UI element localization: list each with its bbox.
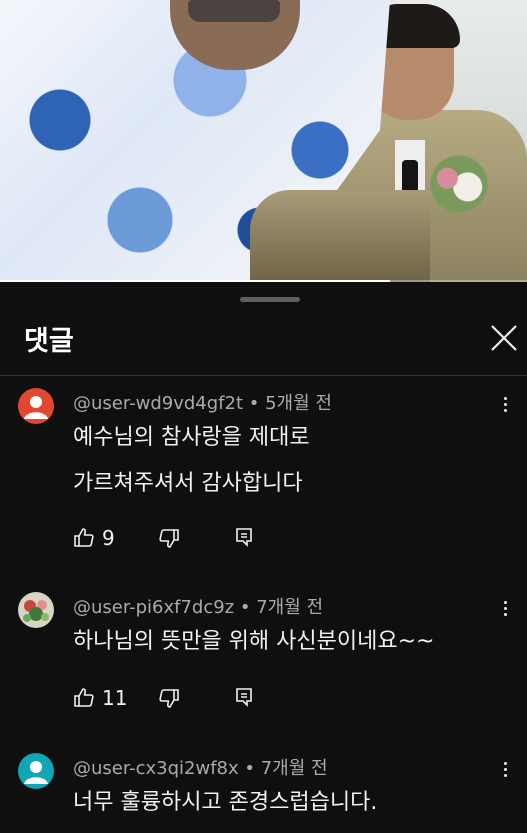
comment-meta: @user-pi6xf7dc9z • 7개월 전 bbox=[73, 593, 323, 619]
comment-author[interactable]: @user-cx3qi2wf8x bbox=[73, 758, 239, 779]
comment-time: 7개월 전 bbox=[256, 597, 324, 618]
video-corsage bbox=[430, 155, 488, 213]
reply-button[interactable] bbox=[233, 526, 255, 548]
thumbs-down-icon bbox=[159, 529, 179, 548]
meta-separator: • bbox=[234, 597, 257, 618]
avatar[interactable] bbox=[18, 753, 54, 789]
avatar[interactable] bbox=[18, 388, 54, 424]
comment-text-line: 가르쳐주셔서 감사합니다 bbox=[73, 471, 303, 496]
like-count: 9 bbox=[102, 526, 115, 550]
comment-author[interactable]: @user-wd9vd4gf2t bbox=[73, 393, 243, 414]
header-divider bbox=[0, 375, 527, 376]
like-button[interactable]: 9 bbox=[72, 526, 115, 550]
comments-sheet: 댓글 @user-wd9vd4gf2t • 5개월 전 예수님의 참사랑을 제대… bbox=[0, 283, 527, 833]
thumbs-up-icon bbox=[74, 688, 94, 707]
more-vert-icon[interactable] bbox=[496, 759, 514, 783]
comment-meta: @user-cx3qi2wf8x • 7개월 전 bbox=[73, 754, 328, 780]
thumbs-up-icon bbox=[74, 528, 94, 547]
thumbs-down-icon bbox=[159, 689, 179, 708]
dislike-button[interactable] bbox=[157, 526, 181, 550]
comment-author[interactable]: @user-pi6xf7dc9z bbox=[73, 597, 234, 618]
sheet-title: 댓글 bbox=[24, 326, 74, 357]
video-progress-fill bbox=[0, 280, 390, 282]
comment-text-line: 예수님의 참사랑을 제대로 bbox=[73, 425, 310, 450]
drag-handle[interactable] bbox=[240, 297, 300, 302]
video-player[interactable] bbox=[0, 0, 527, 282]
video-glasses bbox=[188, 0, 280, 22]
more-vert-icon[interactable] bbox=[496, 598, 514, 622]
video-progress-bar[interactable] bbox=[0, 280, 527, 282]
comment-text-line: 너무 훌륭하시고 존경스럽습니다. bbox=[73, 790, 378, 815]
reply-button[interactable] bbox=[233, 686, 255, 708]
comment-text-line: 하나님의 뜻만을 위해 사신분이네요~~ bbox=[73, 629, 435, 654]
reply-icon bbox=[236, 688, 252, 707]
more-vert-icon[interactable] bbox=[496, 394, 514, 418]
comment-meta: @user-wd9vd4gf2t • 5개월 전 bbox=[73, 389, 332, 415]
avatar[interactable] bbox=[18, 592, 54, 628]
close-icon[interactable] bbox=[489, 323, 519, 353]
comment-time: 5개월 전 bbox=[265, 393, 332, 414]
comment-time: 7개월 전 bbox=[260, 758, 328, 779]
video-pants bbox=[250, 190, 430, 282]
meta-separator: • bbox=[238, 758, 261, 779]
like-count: 11 bbox=[102, 686, 128, 710]
reply-icon bbox=[236, 528, 252, 547]
meta-separator: • bbox=[243, 393, 266, 414]
dislike-button[interactable] bbox=[157, 686, 181, 710]
like-button[interactable]: 11 bbox=[72, 686, 127, 710]
